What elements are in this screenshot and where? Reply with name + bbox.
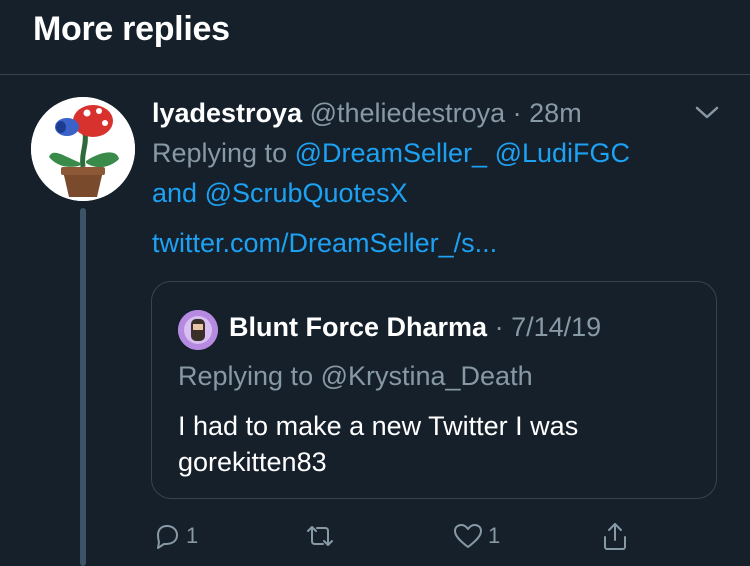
- piranha-plant-avatar-image: [31, 97, 135, 201]
- mention-scrubquotesx[interactable]: @ScrubQuotesX: [205, 178, 408, 208]
- and-others-link[interactable]: and: [152, 178, 197, 208]
- quoted-avatar: [178, 310, 218, 350]
- share-button[interactable]: [600, 518, 630, 554]
- thread-line: [80, 208, 86, 566]
- quoted-avatar-image: [178, 310, 218, 350]
- display-name[interactable]: lyadestroya: [152, 98, 302, 128]
- quoted-tweet[interactable]: Blunt Force Dharma · 7/14/19 Replying to…: [151, 281, 717, 499]
- quoted-date: 7/14/19: [511, 312, 602, 342]
- retweet-button[interactable]: [303, 518, 337, 554]
- tweet-link[interactable]: twitter.com/DreamSeller_/s...: [152, 228, 712, 259]
- share-icon: [604, 523, 626, 550]
- mention-dreamseller[interactable]: @DreamSeller_: [295, 138, 487, 168]
- page-title: More replies: [33, 10, 230, 48]
- reply-count: 1: [186, 523, 199, 548]
- replying-to-line-2: and @ScrubQuotesX: [152, 178, 712, 209]
- heart-icon: [454, 524, 482, 548]
- quoted-header: Blunt Force Dharma · 7/14/19: [229, 312, 601, 343]
- quoted-text-line-1: I had to make a new Twitter I was: [178, 411, 579, 441]
- replying-to-line: Replying to @DreamSeller_ @LudiFGC: [152, 138, 712, 169]
- reply-button[interactable]: 1: [152, 518, 198, 554]
- quoted-text-line-2: gorekitten83: [178, 447, 327, 477]
- like-count: 1: [488, 523, 501, 548]
- chevron-down-icon[interactable]: [693, 102, 721, 124]
- avatar[interactable]: [31, 97, 135, 201]
- timestamp[interactable]: 28m: [529, 98, 582, 128]
- quoted-separator: ·: [494, 312, 504, 342]
- retweet-icon: [307, 526, 333, 546]
- separator: ·: [512, 98, 522, 128]
- reply-icon: [157, 525, 178, 549]
- mention-ludifgc[interactable]: @LudiFGC: [495, 138, 630, 168]
- handle[interactable]: @theliedestroya: [310, 98, 506, 128]
- quoted-text: I had to make a new Twitter I was goreki…: [178, 408, 698, 480]
- tweet-header: lyadestroya @theliedestroya · 28m: [152, 98, 582, 129]
- quoted-display-name: Blunt Force Dharma: [229, 312, 488, 342]
- quoted-replying-to: Replying to @Krystina_Death: [178, 361, 533, 391]
- like-button[interactable]: 1: [452, 518, 500, 554]
- replying-to-label: Replying to: [152, 138, 288, 168]
- page-header: More replies: [0, 0, 750, 75]
